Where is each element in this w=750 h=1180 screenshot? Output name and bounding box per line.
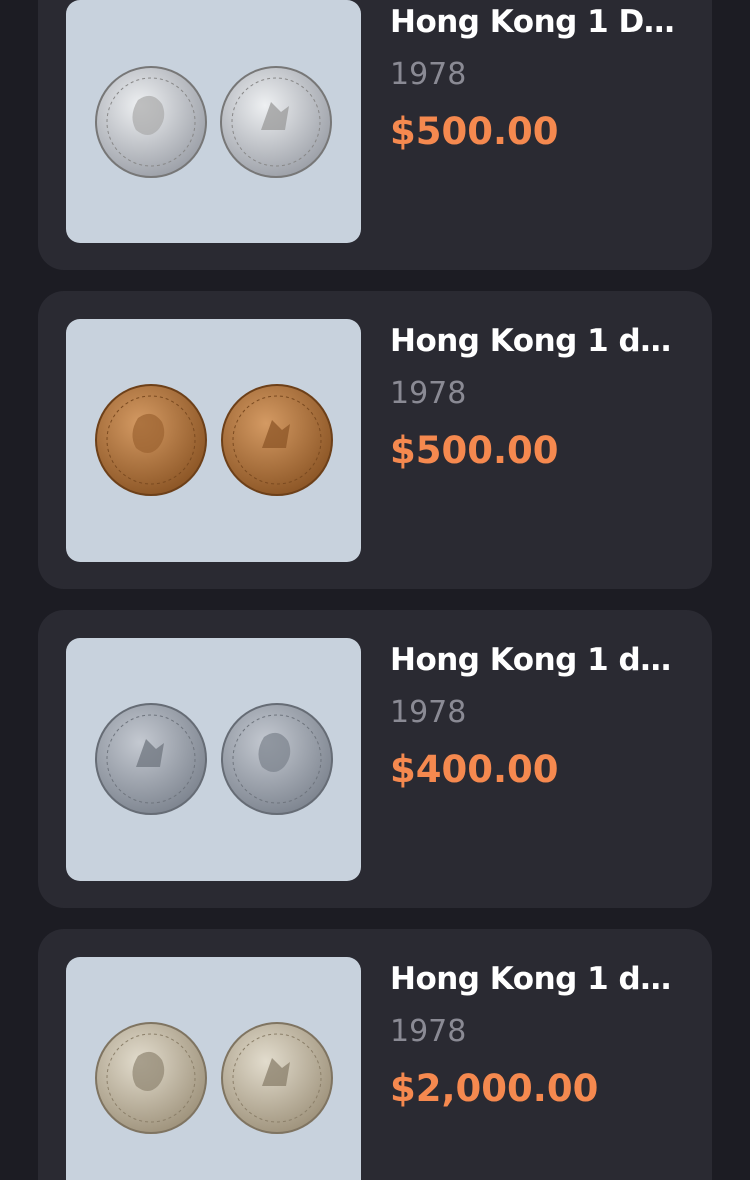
coin-year: 1978 bbox=[390, 1014, 467, 1049]
coin-info: Hong Kong 1 Dol... 1978 $500.00 bbox=[390, 2, 690, 154]
coin-card[interactable]: Hong Kong 1 doll... 1978 $400.00 bbox=[38, 610, 712, 908]
coin-card[interactable]: Hong Kong 1 doll... 1978 $500.00 bbox=[38, 291, 712, 589]
coin-info: Hong Kong 1 doll... 1978 $500.00 bbox=[390, 321, 690, 473]
coin-year: 1978 bbox=[390, 695, 467, 730]
coin-year: 1978 bbox=[390, 376, 467, 411]
coin-year: 1978 bbox=[390, 57, 467, 92]
coin-photo bbox=[66, 319, 361, 562]
coin-card[interactable]: Hong Kong 1 Dol... 1978 $500.00 bbox=[38, 0, 712, 270]
coin-info: Hong Kong 1 doll... 1978 $400.00 bbox=[390, 640, 690, 792]
coin-listing: Hong Kong 1 Dol... 1978 $500.00 Hong Kon… bbox=[0, 0, 750, 1180]
coin-title: Hong Kong 1 Dol... bbox=[390, 4, 690, 40]
coin-price: $500.00 bbox=[390, 429, 559, 472]
coin-info: Hong Kong 1 doll... 1978 $2,000.00 bbox=[390, 959, 690, 1111]
coin-title: Hong Kong 1 doll... bbox=[390, 961, 690, 997]
coin-photo bbox=[66, 0, 361, 243]
coin-price: $400.00 bbox=[390, 748, 559, 791]
coin-title: Hong Kong 1 doll... bbox=[390, 642, 690, 678]
coin-photo bbox=[66, 638, 361, 881]
coin-title: Hong Kong 1 doll... bbox=[390, 323, 690, 359]
coin-price: $2,000.00 bbox=[390, 1067, 599, 1110]
coin-photo bbox=[66, 957, 361, 1180]
coin-card[interactable]: Hong Kong 1 doll... 1978 $2,000.00 bbox=[38, 929, 712, 1180]
coin-price: $500.00 bbox=[390, 110, 559, 153]
